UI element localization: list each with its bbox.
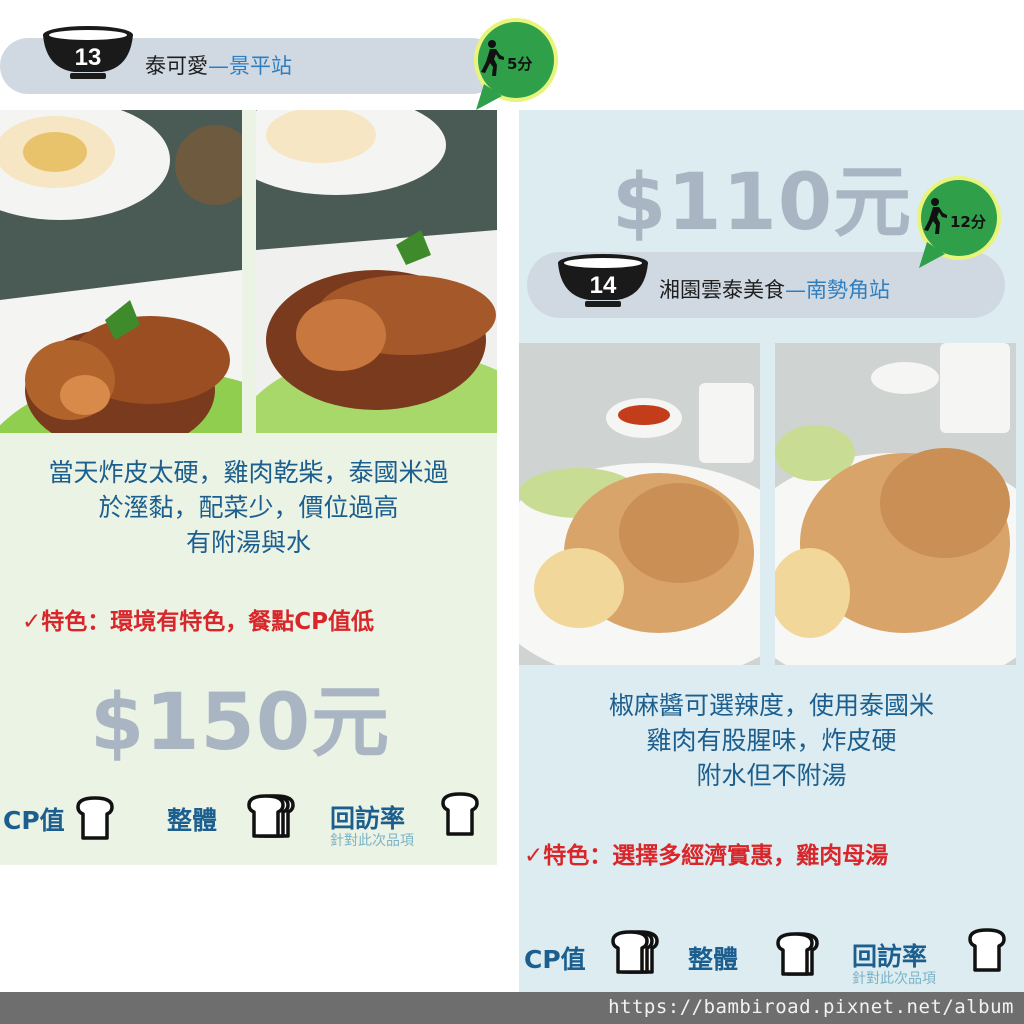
bowl-icon: 14: [558, 254, 648, 307]
description-line: 當天炸皮太硬，雞肉乾柴，泰國米過: [48, 458, 449, 487]
feature-text: 特色：選擇多經濟實惠，雞肉母湯: [543, 843, 889, 869]
food-photo: [775, 343, 1016, 665]
bread-slice-icon: [611, 930, 649, 974]
food-photo: [0, 110, 242, 433]
revisit-rating-note: 針對此次品項: [852, 971, 936, 987]
bread-slice-icon: [76, 796, 114, 840]
overall-rating-bread: [776, 932, 819, 980]
restaurant-13-description: 當天炸皮太硬，雞肉乾柴，泰國米過 於溼黏，配菜少，價位過高 有附湯與水: [0, 455, 497, 560]
bread-slice-icon: [968, 928, 1006, 972]
title-separator: —: [785, 278, 806, 302]
revisit-rating-note: 針對此次品項: [330, 833, 414, 849]
cp-rating-label: CP值: [524, 945, 586, 974]
walk-time-label: 12分: [950, 213, 986, 231]
album-url: https://bambiroad.pixnet.net/album: [608, 996, 1014, 1018]
description-line: 附水但不附湯: [696, 761, 847, 790]
cp-rating-label: CP值: [3, 806, 65, 835]
check-icon: ✓: [524, 843, 544, 869]
restaurant-14-feature: ✓特色：選擇多經濟實惠，雞肉母湯: [524, 836, 888, 870]
bowl-icon: 13: [43, 26, 133, 79]
title-separator: —: [208, 54, 229, 78]
revisit-rating-bread: [968, 928, 1006, 976]
food-photo: [256, 110, 497, 433]
restaurant-14-title: 湘園雲泰美食—南勢角站: [659, 274, 890, 304]
walk-time-label: 5分: [507, 55, 533, 73]
restaurant-14-number: 14: [590, 272, 617, 299]
description-line: 雞肉有股腥味，炸皮硬: [646, 726, 897, 755]
food-photo: [519, 343, 760, 665]
cp-rating-bread: [76, 796, 114, 844]
description-line: 有附湯與水: [185, 528, 311, 557]
check-icon: ✓: [22, 609, 42, 635]
restaurant-13-number: 13: [75, 44, 102, 71]
overall-rating-label: 整體: [167, 806, 218, 835]
cp-rating-bread: [611, 930, 659, 978]
revisit-rating-bread: [441, 792, 479, 840]
description-line: 於溼黏，配菜少，價位過高: [98, 493, 399, 522]
overall-rating-label: 整體: [688, 945, 739, 974]
watermark-bar: https://bambiroad.pixnet.net/album: [0, 992, 1024, 1024]
restaurant-14-price: $110元: [612, 158, 913, 248]
restaurant-13-name: 泰可愛: [145, 54, 208, 78]
feature-text: 特色：環境有特色，餐點CP值低: [41, 609, 375, 635]
restaurant-14-description: 椒麻醬可選辣度，使用泰國米 雞肉有股腥味，炸皮硬 附水但不附湯: [519, 688, 1024, 793]
restaurant-13-feature: ✓特色：環境有特色，餐點CP值低: [22, 602, 374, 636]
description-line: 椒麻醬可選辣度，使用泰國米: [608, 691, 934, 720]
bread-slice-icon: [441, 792, 479, 836]
restaurant-13-title: 泰可愛—景平站: [145, 50, 292, 80]
bread-slice-icon: [247, 794, 285, 838]
overall-rating-bread: [247, 794, 295, 842]
restaurant-13-price: $150元: [90, 678, 391, 768]
restaurant-14-station: 南勢角站: [806, 278, 890, 302]
bread-slice-icon: [776, 932, 814, 976]
restaurant-13-station: 景平站: [229, 54, 292, 78]
restaurant-14-name: 湘園雲泰美食: [659, 278, 785, 302]
